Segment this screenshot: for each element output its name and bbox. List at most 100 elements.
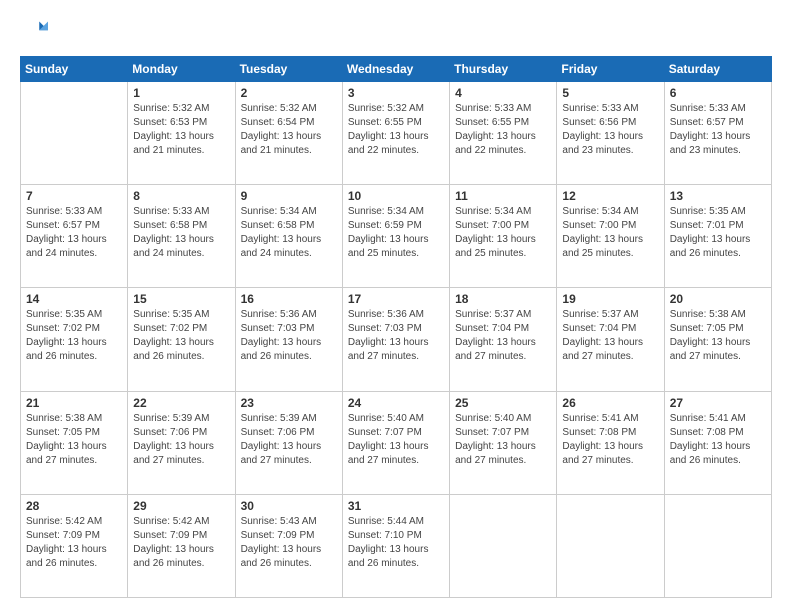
- day-number: 8: [133, 189, 229, 203]
- day-number: 23: [241, 396, 337, 410]
- col-header-monday: Monday: [128, 57, 235, 82]
- day-info: Sunrise: 5:44 AM Sunset: 7:10 PM Dayligh…: [348, 515, 444, 571]
- calendar-cell: 11 Sunrise: 5:34 AM Sunset: 7:00 PM Dayli…: [450, 185, 557, 288]
- day-info: Sunrise: 5:34 AM Sunset: 7:00 PM Dayligh…: [562, 205, 658, 261]
- day-info: Sunrise: 5:32 AM Sunset: 6:55 PM Dayligh…: [348, 102, 444, 158]
- day-number: 7: [26, 189, 122, 203]
- day-info: Sunrise: 5:35 AM Sunset: 7:01 PM Dayligh…: [670, 205, 766, 261]
- logo: [20, 18, 52, 46]
- calendar-cell: 9 Sunrise: 5:34 AM Sunset: 6:58 PM Daylig…: [235, 185, 342, 288]
- week-row-1: 7 Sunrise: 5:33 AM Sunset: 6:57 PM Daylig…: [21, 185, 772, 288]
- day-number: 10: [348, 189, 444, 203]
- col-header-sunday: Sunday: [21, 57, 128, 82]
- day-info: Sunrise: 5:34 AM Sunset: 6:59 PM Dayligh…: [348, 205, 444, 261]
- calendar-cell: 25 Sunrise: 5:40 AM Sunset: 7:07 PM Dayli…: [450, 391, 557, 494]
- week-row-2: 14Sunrise: 5:35 AM Sunset: 7:02 PM Dayli…: [21, 288, 772, 391]
- day-info: Sunrise: 5:34 AM Sunset: 6:58 PM Dayligh…: [241, 205, 337, 261]
- calendar-table: SundayMondayTuesdayWednesdayThursdayFrid…: [20, 56, 772, 598]
- calendar-cell: 17 Sunrise: 5:36 AM Sunset: 7:03 PM Dayli…: [342, 288, 449, 391]
- week-row-4: 28 Sunrise: 5:42 AM Sunset: 7:09 PM Dayli…: [21, 494, 772, 597]
- day-number: 30: [241, 499, 337, 513]
- calendar-cell: 18 Sunrise: 5:37 AM Sunset: 7:04 PM Dayli…: [450, 288, 557, 391]
- calendar-cell: 3 Sunrise: 5:32 AM Sunset: 6:55 PM Daylig…: [342, 82, 449, 185]
- col-header-friday: Friday: [557, 57, 664, 82]
- col-header-wednesday: Wednesday: [342, 57, 449, 82]
- calendar-cell: 12 Sunrise: 5:34 AM Sunset: 7:00 PM Dayli…: [557, 185, 664, 288]
- day-number: 12: [562, 189, 658, 203]
- week-row-3: 21Sunrise: 5:38 AM Sunset: 7:05 PM Dayli…: [21, 391, 772, 494]
- day-number: 29: [133, 499, 229, 513]
- day-number: 3: [348, 86, 444, 100]
- col-header-saturday: Saturday: [664, 57, 771, 82]
- day-info: Sunrise: 5:33 AM Sunset: 6:56 PM Dayligh…: [562, 102, 658, 158]
- day-number: 24: [348, 396, 444, 410]
- header: [20, 18, 772, 46]
- calendar-header-row: SundayMondayTuesdayWednesdayThursdayFrid…: [21, 57, 772, 82]
- day-info: Sunrise: 5:36 AM Sunset: 7:03 PM Dayligh…: [348, 308, 444, 364]
- day-number: 16: [241, 292, 337, 306]
- calendar-cell: 4Sunrise: 5:33 AM Sunset: 6:55 PM Daylig…: [450, 82, 557, 185]
- day-number: 9: [241, 189, 337, 203]
- day-number: 6: [670, 86, 766, 100]
- day-number: 15: [133, 292, 229, 306]
- calendar-cell: 10 Sunrise: 5:34 AM Sunset: 6:59 PM Dayli…: [342, 185, 449, 288]
- calendar-cell: 8 Sunrise: 5:33 AM Sunset: 6:58 PM Daylig…: [128, 185, 235, 288]
- day-number: 17: [348, 292, 444, 306]
- calendar-cell: 14Sunrise: 5:35 AM Sunset: 7:02 PM Dayli…: [21, 288, 128, 391]
- day-number: 31: [348, 499, 444, 513]
- calendar-cell: 19Sunrise: 5:37 AM Sunset: 7:04 PM Dayli…: [557, 288, 664, 391]
- calendar-cell: 24 Sunrise: 5:40 AM Sunset: 7:07 PM Dayli…: [342, 391, 449, 494]
- calendar-cell: 28Sunrise: 5:42 AM Sunset: 7:09 PM Dayli…: [21, 494, 128, 597]
- day-info: Sunrise: 5:32 AM Sunset: 6:54 PM Dayligh…: [241, 102, 337, 158]
- day-number: 27: [670, 396, 766, 410]
- day-number: 21: [26, 396, 122, 410]
- week-row-0: 1 Sunrise: 5:32 AM Sunset: 6:53 PM Daylig…: [21, 82, 772, 185]
- day-info: Sunrise: 5:39 AM Sunset: 7:06 PM Dayligh…: [133, 412, 229, 468]
- calendar-cell: 15 Sunrise: 5:35 AM Sunset: 7:02 PM Dayli…: [128, 288, 235, 391]
- calendar-cell: 20 Sunrise: 5:38 AM Sunset: 7:05 PM Dayli…: [664, 288, 771, 391]
- day-number: 19: [562, 292, 658, 306]
- day-info: Sunrise: 5:34 AM Sunset: 7:00 PM Dayligh…: [455, 205, 551, 261]
- page: SundayMondayTuesdayWednesdayThursdayFrid…: [0, 0, 792, 612]
- day-info: Sunrise: 5:36 AM Sunset: 7:03 PM Dayligh…: [241, 308, 337, 364]
- day-number: 20: [670, 292, 766, 306]
- day-info: Sunrise: 5:39 AM Sunset: 7:06 PM Dayligh…: [241, 412, 337, 468]
- calendar-cell: 7 Sunrise: 5:33 AM Sunset: 6:57 PM Daylig…: [21, 185, 128, 288]
- calendar-cell: 26Sunrise: 5:41 AM Sunset: 7:08 PM Dayli…: [557, 391, 664, 494]
- calendar-cell: 30 Sunrise: 5:43 AM Sunset: 7:09 PM Dayli…: [235, 494, 342, 597]
- day-number: 28: [26, 499, 122, 513]
- col-header-thursday: Thursday: [450, 57, 557, 82]
- day-info: Sunrise: 5:41 AM Sunset: 7:08 PM Dayligh…: [562, 412, 658, 468]
- calendar-cell: 16 Sunrise: 5:36 AM Sunset: 7:03 PM Dayli…: [235, 288, 342, 391]
- day-info: Sunrise: 5:33 AM Sunset: 6:57 PM Dayligh…: [670, 102, 766, 158]
- day-number: 13: [670, 189, 766, 203]
- logo-icon: [20, 18, 48, 46]
- day-number: 4: [455, 86, 551, 100]
- day-info: Sunrise: 5:42 AM Sunset: 7:09 PM Dayligh…: [133, 515, 229, 571]
- day-info: Sunrise: 5:40 AM Sunset: 7:07 PM Dayligh…: [348, 412, 444, 468]
- day-info: Sunrise: 5:33 AM Sunset: 6:57 PM Dayligh…: [26, 205, 122, 261]
- day-number: 11: [455, 189, 551, 203]
- calendar-cell: [664, 494, 771, 597]
- day-number: 2: [241, 86, 337, 100]
- day-info: Sunrise: 5:32 AM Sunset: 6:53 PM Dayligh…: [133, 102, 229, 158]
- day-info: Sunrise: 5:38 AM Sunset: 7:05 PM Dayligh…: [670, 308, 766, 364]
- calendar-cell: 23 Sunrise: 5:39 AM Sunset: 7:06 PM Dayli…: [235, 391, 342, 494]
- day-info: Sunrise: 5:37 AM Sunset: 7:04 PM Dayligh…: [455, 308, 551, 364]
- day-info: Sunrise: 5:40 AM Sunset: 7:07 PM Dayligh…: [455, 412, 551, 468]
- day-number: 18: [455, 292, 551, 306]
- day-info: Sunrise: 5:33 AM Sunset: 6:58 PM Dayligh…: [133, 205, 229, 261]
- calendar-cell: 13 Sunrise: 5:35 AM Sunset: 7:01 PM Dayli…: [664, 185, 771, 288]
- day-number: 22: [133, 396, 229, 410]
- calendar-cell: 22 Sunrise: 5:39 AM Sunset: 7:06 PM Dayli…: [128, 391, 235, 494]
- calendar-cell: [21, 82, 128, 185]
- day-info: Sunrise: 5:43 AM Sunset: 7:09 PM Dayligh…: [241, 515, 337, 571]
- day-info: Sunrise: 5:35 AM Sunset: 7:02 PM Dayligh…: [26, 308, 122, 364]
- day-number: 5: [562, 86, 658, 100]
- day-number: 1: [133, 86, 229, 100]
- calendar-cell: 27Sunrise: 5:41 AM Sunset: 7:08 PM Dayli…: [664, 391, 771, 494]
- calendar-cell: [557, 494, 664, 597]
- day-info: Sunrise: 5:35 AM Sunset: 7:02 PM Dayligh…: [133, 308, 229, 364]
- day-number: 25: [455, 396, 551, 410]
- calendar-cell: [450, 494, 557, 597]
